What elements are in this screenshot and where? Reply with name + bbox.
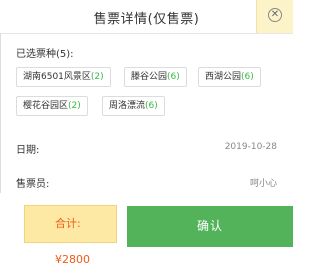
ticket-count: (6) [241, 72, 254, 82]
close-button-area[interactable]: ✕ [256, 0, 293, 33]
left-border [0, 33, 1, 193]
total-amount: 合计: ¥2800 [24, 205, 117, 266]
ticket-name: 周洛漂流 [109, 101, 146, 111]
ticket-tag[interactable]: 西湖公园(6) [198, 67, 261, 87]
ticket-count: (2) [68, 101, 81, 111]
ticket-name: 湖南6501风景区 [23, 72, 91, 82]
ticket-name: 滕谷公园 [131, 72, 168, 82]
ticket-tag[interactable]: 周洛漂流(6) [102, 96, 165, 116]
date-label: 日期: [16, 145, 40, 156]
ticket-count: (6) [167, 72, 180, 82]
ticket-tag[interactable]: 湖南6501风景区(2) [16, 67, 111, 87]
selected-tickets-label: 已选票种(5): [16, 49, 74, 60]
seller-label: 售票员: [16, 179, 50, 190]
ticket-name: 西湖公园 [205, 72, 242, 82]
ticket-count: (2) [90, 72, 104, 82]
close-icon[interactable]: ✕ [268, 8, 282, 22]
seller-value: 呵小心 [249, 179, 277, 189]
date-value: 2019-10-28 [224, 142, 277, 152]
ticket-name: 樱花谷园区 [23, 101, 69, 111]
ticket-tag[interactable]: 滕谷公园(6) [124, 67, 187, 87]
dialog-title: 售票详情(仅售票) [93, 12, 200, 27]
ticket-tag[interactable]: 樱花谷园区(2) [16, 96, 88, 116]
dialog-header: 售票详情(仅售票) [0, 0, 293, 34]
confirm-button[interactable]: 确认 [127, 206, 293, 247]
ticket-count: (6) [145, 101, 158, 111]
